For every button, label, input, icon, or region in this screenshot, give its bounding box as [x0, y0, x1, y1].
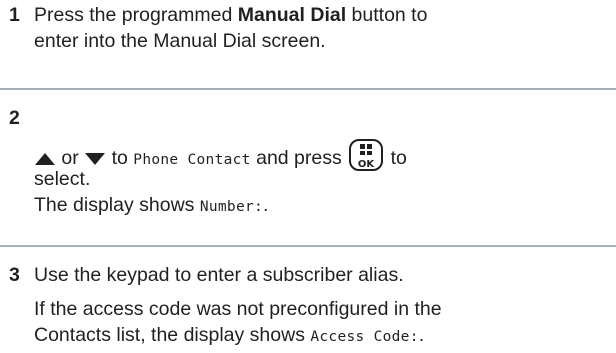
manual-dial-button-name: Manual Dial — [237, 4, 347, 26]
menu-ok-key-icon: OK — [349, 139, 384, 171]
down-arrow-icon — [85, 152, 106, 165]
step-2-body: or to Phone Contact and press OK to sele… — [34, 138, 612, 220]
menu-item-phone-contact: Phone Contact — [133, 152, 251, 168]
step-3-para-2-line-1: If the access code was not preconfigured… — [34, 298, 442, 320]
step-2-line-2: select. — [34, 168, 91, 190]
step-number: 2 — [9, 107, 20, 129]
display-text-access-code: Access Code: — [310, 329, 419, 345]
step-1-line-1: Press the programmed Manual Dial button … — [34, 4, 428, 26]
step-number: 3 — [9, 264, 20, 286]
step-1-line-2: enter into the Manual Dial screen. — [34, 30, 326, 52]
up-arrow-icon — [35, 152, 55, 165]
step-number: 1 — [9, 4, 20, 26]
step-3-line-1: Use the keypad to enter a subscriber ali… — [34, 264, 404, 286]
instruction-document: 1 Press the programmed Manual Dial butto… — [0, 0, 616, 353]
step-3-para-2-line-2: Contacts list, the display shows Access … — [34, 324, 425, 346]
step-2-line-3: The display shows Number:. — [34, 194, 269, 216]
step-3-body: Use the keypad to enter a subscriber ali… — [34, 262, 612, 350]
divider — [0, 245, 616, 247]
svg-text:OK: OK — [358, 159, 376, 170]
step-2-line-1: or to Phone Contact and press OK to — [34, 138, 612, 171]
divider — [0, 88, 616, 90]
display-text-number: Number: — [199, 199, 264, 215]
step-1-body: Press the programmed Manual Dial button … — [34, 2, 612, 54]
